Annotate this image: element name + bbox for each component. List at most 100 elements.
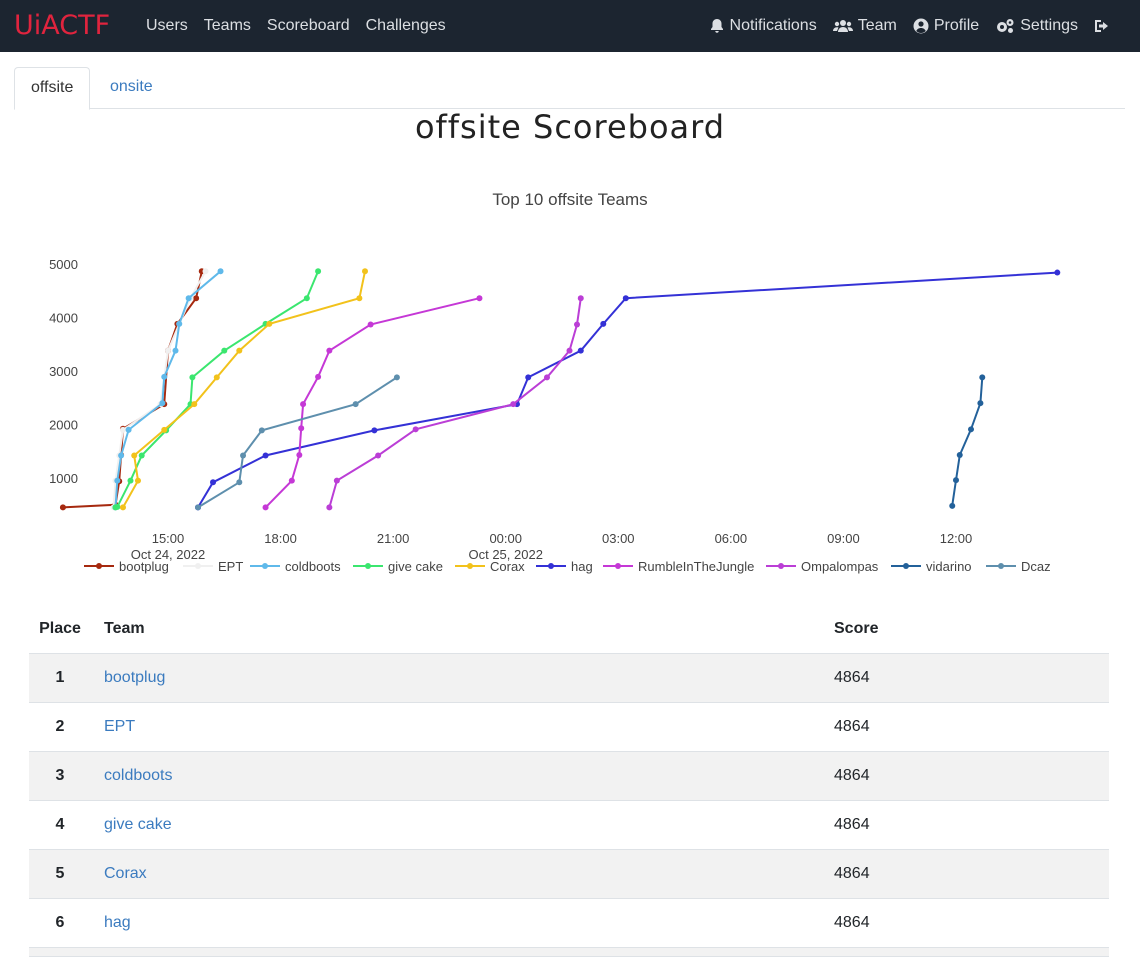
x-tick-label: 12:00 xyxy=(940,531,973,546)
legend-label: coldboots xyxy=(285,559,341,574)
legend-label: bootplug xyxy=(119,559,169,574)
data-point xyxy=(412,426,419,433)
data-point xyxy=(131,452,138,459)
legend-label: RumbleInTheJungle xyxy=(638,559,754,574)
row-team-link[interactable]: give cake xyxy=(91,816,834,834)
data-point xyxy=(362,268,368,275)
data-point xyxy=(622,295,629,302)
row-place: 3 xyxy=(55,767,65,784)
data-point xyxy=(977,400,984,407)
nav-team-label: Team xyxy=(857,17,897,34)
logout-button[interactable] xyxy=(1094,18,1116,34)
legend-marker xyxy=(195,563,201,569)
data-point xyxy=(125,426,132,433)
data-point xyxy=(161,373,168,380)
nav-scoreboard[interactable]: Scoreboard xyxy=(267,17,350,35)
table-row: 6 hag 4864 xyxy=(29,899,1109,948)
table-row: 4 give cake 4864 xyxy=(29,801,1109,850)
row-team-link[interactable]: hag xyxy=(91,914,834,932)
x-tick-label: 00:00 xyxy=(489,531,522,546)
scoreboard-tabs: offsite onsite xyxy=(14,67,1125,110)
data-point xyxy=(600,320,607,327)
row-team-link[interactable]: bootplug xyxy=(91,669,834,687)
data-point xyxy=(138,452,145,459)
data-point xyxy=(258,427,265,434)
row-team-link[interactable]: coldboots xyxy=(91,767,834,785)
data-point xyxy=(195,504,202,511)
data-point xyxy=(566,347,573,354)
data-point xyxy=(298,425,305,432)
data-point xyxy=(119,426,126,433)
nav-users[interactable]: Users xyxy=(146,17,188,35)
series-line-ompalompas xyxy=(328,298,582,508)
nav-challenges[interactable]: Challenges xyxy=(366,17,446,35)
row-team-link[interactable]: Corax xyxy=(91,865,834,883)
legend-marker xyxy=(262,563,268,569)
series-line-bootplug xyxy=(62,271,203,509)
x-tick-label: 09:00 xyxy=(827,531,860,546)
legend-marker xyxy=(998,563,1004,569)
data-point xyxy=(221,347,228,354)
users-icon xyxy=(832,20,853,32)
tab-onsite[interactable]: onsite xyxy=(94,67,169,107)
legend-label: Dcaz xyxy=(1021,559,1051,574)
legend-marker xyxy=(96,563,102,569)
y-tick-label: 2000 xyxy=(49,418,78,433)
legend-label: Corax xyxy=(490,559,525,574)
series-line-rumbleinthejungle xyxy=(264,297,480,509)
legend-marker xyxy=(778,563,784,569)
y-tick-label: 5000 xyxy=(49,257,78,272)
y-tick-label: 4000 xyxy=(49,311,78,326)
tab-offsite[interactable]: offsite xyxy=(14,67,91,110)
row-team-link[interactable]: EPT xyxy=(91,718,834,736)
data-point xyxy=(315,268,322,275)
data-point xyxy=(176,320,183,327)
nav-profile[interactable]: Profile xyxy=(913,17,979,35)
data-point xyxy=(114,503,121,510)
table-row: 2 EPT 4864 xyxy=(29,703,1109,752)
series-line-coldboots xyxy=(114,270,222,508)
data-point xyxy=(134,477,141,484)
data-point xyxy=(326,504,333,511)
data-point xyxy=(577,295,584,302)
y-tick-label: 3000 xyxy=(49,364,78,379)
legend-label: give cake xyxy=(388,559,443,574)
table-header: Place Team Score xyxy=(29,605,1109,654)
nav-settings[interactable]: Settings xyxy=(995,17,1078,35)
data-point xyxy=(236,347,243,354)
data-point xyxy=(303,295,310,302)
data-point xyxy=(217,268,224,275)
nav-teams[interactable]: Teams xyxy=(204,17,251,35)
nav-links: Users Teams Scoreboard Challenges xyxy=(146,0,462,52)
data-point xyxy=(577,347,584,354)
legend-marker xyxy=(903,563,909,569)
series-line-dcaz xyxy=(197,376,398,509)
data-point xyxy=(949,502,956,509)
x-tick-label: 06:00 xyxy=(715,531,748,546)
page-title: offsite Scoreboard xyxy=(414,108,726,146)
data-point xyxy=(118,452,125,459)
data-point xyxy=(543,374,550,381)
nav-notifications[interactable]: Notifications xyxy=(709,17,817,35)
nav-team[interactable]: Team xyxy=(832,17,897,35)
nav-profile-label: Profile xyxy=(933,17,980,34)
row-place: 6 xyxy=(55,914,65,931)
data-point xyxy=(296,451,303,458)
legend-label: EPT xyxy=(218,559,243,574)
data-point xyxy=(159,400,166,407)
data-point xyxy=(266,320,273,327)
x-tick-label: 18:00 xyxy=(264,531,297,546)
data-point xyxy=(375,452,382,459)
data-point xyxy=(352,401,359,408)
row-score: 4864 xyxy=(834,865,870,882)
brand-logo[interactable]: UiACTF xyxy=(14,10,110,41)
table-row xyxy=(29,948,1109,957)
legend-label: hag xyxy=(571,559,593,574)
data-point xyxy=(172,347,179,354)
data-point xyxy=(165,347,171,354)
table-row: 3 coldboots 4864 xyxy=(29,752,1109,801)
sign-out-icon xyxy=(1095,20,1108,32)
data-point xyxy=(333,477,340,484)
table-row: 1 bootplug 4864 xyxy=(29,654,1109,703)
data-point xyxy=(574,321,581,328)
